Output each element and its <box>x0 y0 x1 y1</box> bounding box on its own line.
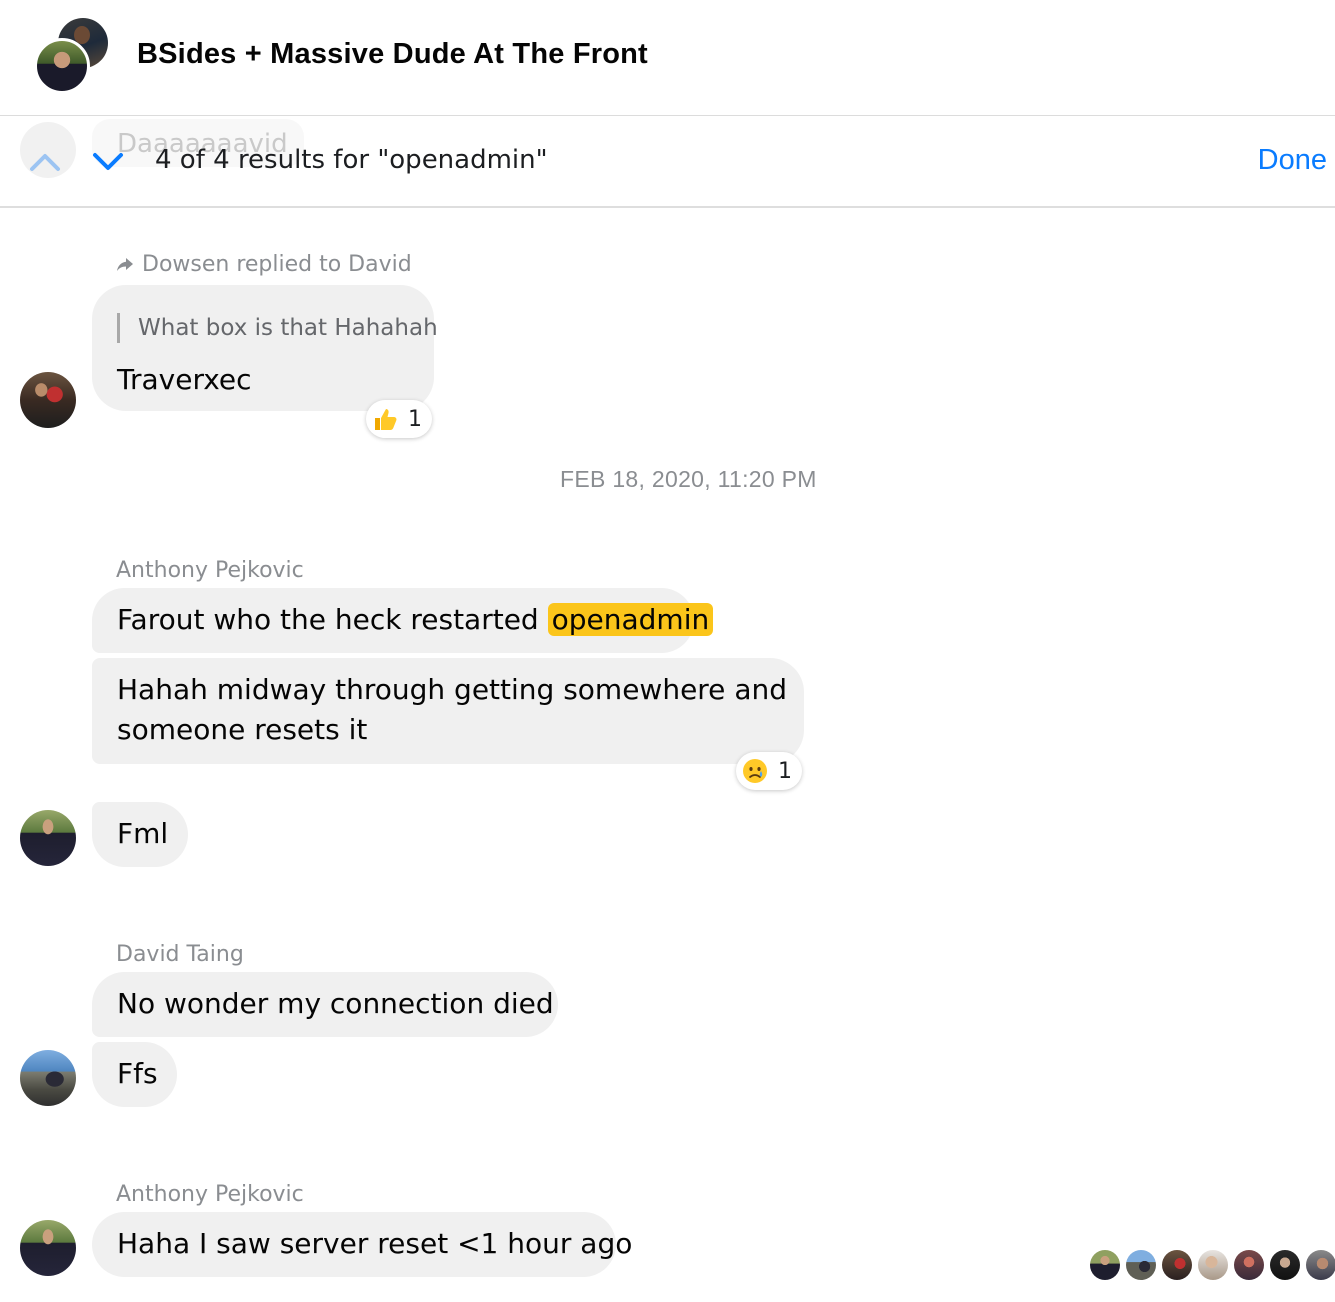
read-receipt-avatar <box>1198 1250 1228 1280</box>
read-receipt-avatar <box>1162 1250 1192 1280</box>
group-avatar[interactable] <box>34 16 110 94</box>
message-text: Fml <box>117 817 169 850</box>
date-separator: FEB 18, 2020, 11:20 PM <box>560 466 817 492</box>
message-text: No wonder my connection died <box>117 987 554 1020</box>
message-text-line-2: someone resets it <box>117 713 368 746</box>
search-results-bar: Daaaaaaavid 4 of 4 results for "openadmi… <box>0 117 1335 208</box>
avatar-david[interactable] <box>20 1050 76 1106</box>
reply-meta-text: Dowsen replied to David <box>142 252 412 277</box>
thumbs-up-icon <box>375 409 397 430</box>
chevron-up-icon[interactable] <box>28 147 62 177</box>
message-text: Farout who the heck restarted openadmin <box>117 603 714 636</box>
message-bubble[interactable]: Haha I saw server reset <1 hour ago <box>92 1212 632 1277</box>
sender-name: David Taing <box>116 942 244 967</box>
read-receipt-avatar <box>1090 1250 1120 1280</box>
sender-name: Anthony Pejkovic <box>116 1182 304 1207</box>
read-receipts[interactable] <box>1090 1250 1335 1280</box>
message-text: Traverxec <box>117 363 252 396</box>
avatar-dowsen[interactable] <box>20 372 76 428</box>
reply-arrow-icon <box>117 257 133 271</box>
message-text: Ffs <box>117 1057 158 1090</box>
message-bubble-reply[interactable]: What box is that Hahahah Traverxec <box>92 285 438 411</box>
reaction-count: 1 <box>408 406 422 432</box>
avatar-anthony[interactable] <box>20 810 76 866</box>
message-text-before: Farout who the heck restarted <box>117 603 548 636</box>
reaction-badge[interactable]: 1 <box>366 400 432 438</box>
group-avatar-member-front <box>34 38 90 94</box>
read-receipt-avatar <box>1270 1250 1300 1280</box>
message-bubble[interactable]: No wonder my connection died <box>92 972 558 1037</box>
conversation-title[interactable]: BSides + Massive Dude At The Front <box>137 38 648 71</box>
quoted-message: What box is that Hahahah <box>117 313 438 343</box>
message-bubble[interactable]: Hahah midway through getting somewhere a… <box>92 658 804 764</box>
reaction-count: 1 <box>778 758 792 784</box>
done-button[interactable]: Done <box>1258 144 1327 177</box>
conversation-header: BSides + Massive Dude At The Front <box>0 0 1335 116</box>
reply-indicator: Dowsen replied to David <box>116 252 412 277</box>
read-receipt-avatar <box>1306 1250 1335 1280</box>
reaction-badge[interactable]: 1 <box>736 752 802 790</box>
read-receipt-avatar <box>1234 1250 1264 1280</box>
search-result-count: 4 of 4 results for "openadmin" <box>155 145 548 175</box>
message-bubble[interactable]: Farout who the heck restarted openadmin <box>92 588 714 653</box>
message-bubble[interactable]: Fml <box>92 802 188 867</box>
avatar-anthony[interactable] <box>20 1220 76 1276</box>
sender-name: Anthony Pejkovic <box>116 558 304 583</box>
search-highlight: openadmin <box>547 603 714 636</box>
chevron-down-icon[interactable] <box>91 147 125 177</box>
read-receipt-avatar <box>1126 1250 1156 1280</box>
message-text-line-1: Hahah midway through getting somewhere a… <box>117 673 787 706</box>
message-bubble[interactable]: Ffs <box>92 1042 177 1107</box>
crying-face-icon <box>743 759 767 783</box>
message-text: Haha I saw server reset <1 hour ago <box>117 1227 633 1260</box>
